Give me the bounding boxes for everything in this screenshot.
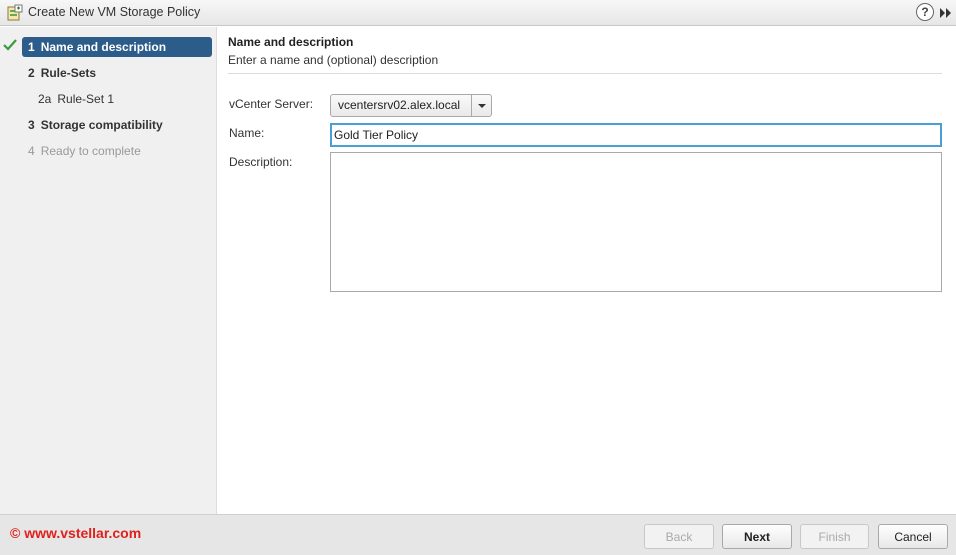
step-rule-sets[interactable]: 2 Rule-Sets (28, 63, 96, 83)
step-number: 4 (28, 144, 35, 158)
step-label: Name and description (40, 40, 167, 54)
next-button[interactable]: Next (722, 524, 792, 549)
title-bar: Create New VM Storage Policy ? (0, 0, 956, 26)
header-divider (228, 73, 942, 74)
main-panel: Name and description Enter a name and (o… (217, 27, 956, 514)
step-number: 2 (28, 66, 35, 80)
section-title: Name and description (228, 35, 354, 49)
vcenter-server-label: vCenter Server: (229, 97, 314, 111)
back-button[interactable]: Back (644, 524, 714, 549)
description-textarea[interactable] (330, 152, 942, 292)
storage-policy-icon (7, 4, 23, 21)
check-icon (3, 39, 17, 51)
finish-button[interactable]: Finish (800, 524, 869, 549)
step-label: Storage compatibility (40, 118, 163, 132)
step-label: Ready to complete (40, 144, 141, 158)
step-ready-to-complete: 4 Ready to complete (28, 141, 141, 161)
dialog-footer: © www.vstellar.com Back Next Finish Canc… (0, 514, 956, 555)
step-label: Rule-Sets (40, 66, 97, 80)
step-name-and-description[interactable]: 1 Name and description (22, 37, 212, 57)
step-number: 3 (28, 118, 35, 132)
vcenter-server-select[interactable]: vcentersrv02.alex.local (330, 94, 492, 117)
cancel-button[interactable]: Cancel (878, 524, 948, 549)
expand-icon[interactable] (939, 7, 953, 19)
name-input[interactable] (330, 123, 942, 147)
name-label: Name: (229, 126, 265, 140)
create-vm-storage-policy-dialog: Create New VM Storage Policy ? 1 Name and… (0, 0, 956, 555)
step-number: 1 (28, 40, 35, 54)
dialog-title: Create New VM Storage Policy (28, 5, 201, 19)
step-storage-compatibility[interactable]: 3 Storage compatibility (28, 115, 163, 135)
wizard-steps-sidebar: 1 Name and description 2 Rule-Sets 2a Rule-… (0, 27, 217, 514)
step-label: Rule-Set 1 (57, 92, 115, 106)
description-label: Description: (229, 155, 293, 169)
help-button[interactable]: ? (916, 3, 934, 21)
chevron-down-icon[interactable] (471, 95, 491, 116)
watermark-text: © www.vstellar.com (10, 525, 142, 541)
step-number: 2a (38, 92, 52, 106)
section-subtitle: Enter a name and (optional) description (228, 53, 439, 67)
step-rule-set-1[interactable]: 2a Rule-Set 1 (38, 89, 114, 109)
vcenter-server-value: vcentersrv02.alex.local (338, 98, 461, 112)
